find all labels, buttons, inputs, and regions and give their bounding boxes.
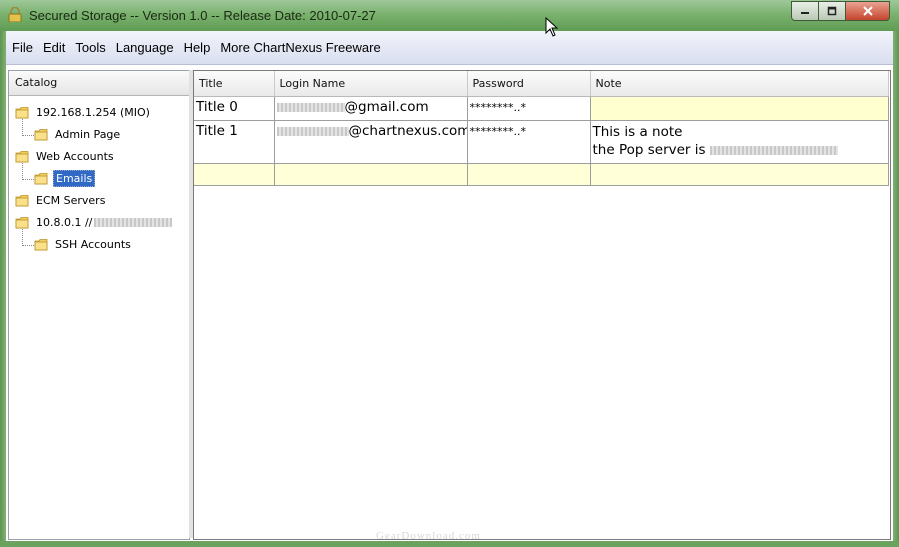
login-suffix: @chartnexus.com <box>348 123 467 139</box>
lock-icon <box>8 7 22 22</box>
tree-item-label: 192.168.1.254 (MIO) <box>36 105 150 119</box>
menu-more-freeware[interactable]: More ChartNexus Freeware <box>216 40 384 55</box>
folder-icon <box>15 216 29 228</box>
tree-item-ecm-servers[interactable]: ECM Servers <box>15 191 107 209</box>
tree-item-label: 10.8.0.1 // <box>36 215 93 229</box>
redacted-text <box>709 145 838 155</box>
cell-password[interactable] <box>467 163 591 186</box>
cell-password[interactable]: ********..* <box>467 96 591 121</box>
table-row-empty[interactable] <box>194 163 889 186</box>
note-line-2-text: the Pop server is <box>592 142 706 158</box>
mouse-cursor-icon <box>545 17 559 37</box>
menu-language[interactable]: Language <box>112 40 178 55</box>
window-title: Secured Storage -- Version 1.0 -- Releas… <box>29 8 376 23</box>
accounts-table: Title Login Name Password Note Title 0 @… <box>194 71 889 186</box>
watermark: GearDownload.com <box>376 530 481 542</box>
redacted-text <box>94 217 173 227</box>
title-bar[interactable]: Secured Storage -- Version 1.0 -- Releas… <box>0 0 899 31</box>
note-line-2: the Pop server is <box>593 141 886 159</box>
column-header-password[interactable]: Password <box>467 71 591 97</box>
column-header-note[interactable]: Note <box>590 71 889 97</box>
close-button[interactable] <box>845 1 890 21</box>
cell-title[interactable]: Title 1 <box>194 120 275 164</box>
cell-password[interactable]: ********..* <box>467 120 591 164</box>
folder-icon <box>15 194 29 206</box>
cell-login-name[interactable]: @gmail.com <box>274 96 468 121</box>
redacted-text <box>276 102 345 112</box>
cell-title[interactable] <box>194 163 275 186</box>
cell-note[interactable] <box>590 163 889 186</box>
maximize-icon <box>827 6 837 16</box>
tree-item-label-selected: Emails <box>53 169 96 187</box>
tree-item-10-8-0-1[interactable]: 10.8.0.1 // <box>15 213 173 231</box>
tree-item-label: Admin Page <box>55 127 121 141</box>
minimize-icon <box>801 12 809 14</box>
folder-icon <box>34 172 48 184</box>
folder-icon <box>15 106 29 118</box>
tree-item-192-168-1-254[interactable]: 192.168.1.254 (MIO) <box>15 103 152 121</box>
folder-icon <box>15 150 29 162</box>
tree-item-ssh-accounts[interactable]: SSH Accounts <box>34 235 133 253</box>
minimize-button[interactable] <box>791 1 819 21</box>
cell-note[interactable] <box>590 96 889 121</box>
cell-title[interactable]: Title 0 <box>194 96 275 121</box>
accounts-table-panel: Title Login Name Password Note Title 0 @… <box>193 70 891 540</box>
table-row[interactable]: Title 0 @gmail.com ********..* <box>194 96 889 121</box>
note-line-1: This is a note <box>592 124 683 140</box>
catalog-panel: Catalog 192.168.1.254 (MIO) Admin Page W… <box>8 70 190 540</box>
tree-item-label: Web Accounts <box>36 149 114 163</box>
close-icon <box>862 6 873 16</box>
column-header-login-name[interactable]: Login Name <box>274 71 468 97</box>
folder-icon <box>34 128 48 140</box>
column-header-title[interactable]: Title <box>194 71 275 97</box>
menu-file[interactable]: File <box>8 40 37 55</box>
maximize-button[interactable] <box>818 1 846 21</box>
app-window: Secured Storage -- Version 1.0 -- Releas… <box>0 0 899 547</box>
folder-icon <box>34 238 48 250</box>
cell-login-name[interactable] <box>274 163 468 186</box>
menu-edit[interactable]: Edit <box>39 40 69 55</box>
tree-item-emails[interactable]: Emails <box>34 169 96 187</box>
menu-bar: File Edit Tools Language Help More Chart… <box>6 31 893 65</box>
table-row[interactable]: Title 1 @chartnexus.com ********..* This… <box>194 120 889 164</box>
tree-item-label: SSH Accounts <box>55 237 131 251</box>
menu-tools[interactable]: Tools <box>71 40 109 55</box>
catalog-header: Catalog <box>9 71 189 96</box>
tree-item-admin-page[interactable]: Admin Page <box>34 125 122 143</box>
table-header-row: Title Login Name Password Note <box>194 71 889 97</box>
login-suffix: @gmail.com <box>344 99 429 115</box>
cell-note[interactable]: This is a note the Pop server is <box>590 120 889 164</box>
cell-login-name[interactable]: @chartnexus.com <box>274 120 468 164</box>
window-controls <box>791 1 890 21</box>
window-border-right <box>893 31 899 547</box>
tree-item-web-accounts[interactable]: Web Accounts <box>15 147 116 165</box>
tree-item-label: ECM Servers <box>36 193 106 207</box>
menu-help[interactable]: Help <box>180 40 215 55</box>
redacted-text <box>276 126 349 136</box>
window-border-left <box>0 31 6 547</box>
